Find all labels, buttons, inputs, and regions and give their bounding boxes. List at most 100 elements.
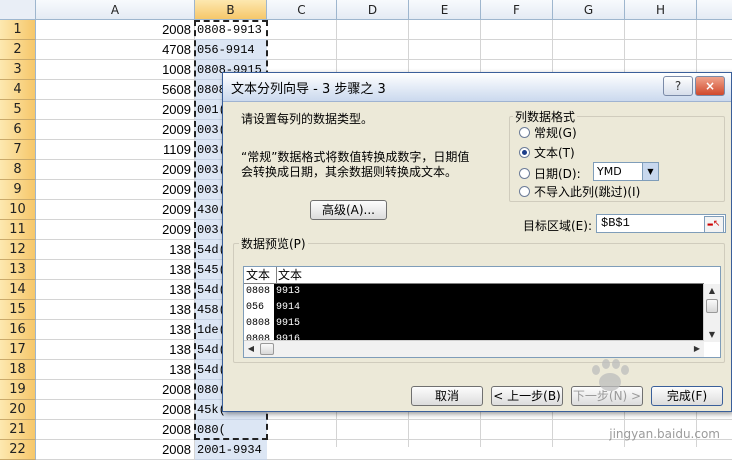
cell-a[interactable]: 138 <box>36 340 195 360</box>
cell-a[interactable]: 2009 <box>36 160 195 180</box>
cell-a[interactable]: 138 <box>36 260 195 280</box>
column-header-i[interactable] <box>697 0 732 20</box>
advanced-button[interactable]: 高级(A)... <box>310 200 387 220</box>
cell-a[interactable]: 2008 <box>36 380 195 400</box>
column-header-c[interactable]: C <box>267 0 337 20</box>
row-header[interactable]: 2 <box>0 40 36 60</box>
row-header[interactable]: 4 <box>0 80 36 100</box>
cell-a[interactable]: 2009 <box>36 100 195 120</box>
back-button[interactable]: < 上一步(B) <box>491 386 563 406</box>
preview-header-col2[interactable]: 文本 <box>276 267 302 283</box>
column-header-h[interactable]: H <box>625 0 697 20</box>
row-header[interactable]: 16 <box>0 320 36 340</box>
column-header-b[interactable]: B <box>195 0 267 20</box>
row-header[interactable]: 3 <box>0 60 36 80</box>
row-header[interactable]: 9 <box>0 180 36 200</box>
column-header-a[interactable]: A <box>36 0 195 20</box>
scroll-up-icon[interactable]: ▲ <box>705 284 719 298</box>
cell-a[interactable]: 2009 <box>36 220 195 240</box>
row-header[interactable]: 8 <box>0 160 36 180</box>
row-header[interactable]: 10 <box>0 200 36 220</box>
cell-a[interactable]: 2008 <box>36 420 195 440</box>
row-header[interactable]: 14 <box>0 280 36 300</box>
column-format-group-label: 列数据格式 <box>513 108 578 125</box>
row-header[interactable]: 17 <box>0 340 36 360</box>
close-button[interactable]: × <box>695 76 725 96</box>
column-header-g[interactable]: G <box>553 0 625 20</box>
preview-header-col1[interactable]: 文本 <box>246 267 270 283</box>
cell-b[interactable]: 056-9914 <box>195 40 267 60</box>
cell-a[interactable]: 1008 <box>36 60 195 80</box>
cell-b[interactable]: 080( <box>195 420 267 440</box>
preview-vertical-scrollbar[interactable]: ▲ ▼ <box>703 284 720 342</box>
preview-column-2-selected[interactable]: 9913 9914 9915 9916 <box>274 284 704 345</box>
cell-a[interactable]: 138 <box>36 300 195 320</box>
row-header[interactable]: 19 <box>0 380 36 400</box>
row-header[interactable]: 5 <box>0 100 36 120</box>
row-header[interactable]: 6 <box>0 120 36 140</box>
radio-skip[interactable] <box>519 186 530 197</box>
preview-column-1[interactable]: 0808 056 0808 0808 <box>244 284 274 345</box>
scroll-down-icon[interactable]: ▼ <box>705 328 719 342</box>
horizontal-scroll-thumb[interactable] <box>260 343 274 355</box>
cell-a[interactable]: 2009 <box>36 180 195 200</box>
destination-input[interactable]: $B$1 ▬↖ <box>596 214 726 233</box>
row-header[interactable]: 22 <box>0 440 36 460</box>
row-header[interactable]: 13 <box>0 260 36 280</box>
data-preview-pane[interactable]: 文本 文本 0808 056 0808 0808 9913 9914 9915 … <box>243 266 721 358</box>
scroll-left-icon[interactable]: ◀ <box>244 342 258 356</box>
preview-cell: 9913 <box>276 286 301 297</box>
row-header[interactable]: 7 <box>0 140 36 160</box>
preview-header-row: 文本 文本 <box>244 267 704 284</box>
cell-a[interactable]: 5608 <box>36 80 195 100</box>
help-button[interactable]: ? <box>663 76 693 96</box>
preview-cell: 9914 <box>276 302 301 313</box>
description-line-2: 会转换成日期，其余数据则转换成文本。 <box>241 165 458 179</box>
radio-date-label[interactable]: 日期(D): <box>534 165 581 182</box>
cell-b[interactable]: 0808-9913 <box>195 20 267 40</box>
date-format-select[interactable]: YMD ▼ <box>593 162 659 181</box>
cell-b[interactable]: 2001-9934 <box>195 440 267 460</box>
radio-text[interactable] <box>519 147 530 158</box>
radio-date[interactable] <box>519 168 530 179</box>
cell-a[interactable]: 138 <box>36 240 195 260</box>
row-header[interactable]: 21 <box>0 420 36 440</box>
cell-a[interactable]: 2008 <box>36 440 195 460</box>
vertical-scroll-thumb[interactable] <box>706 299 718 313</box>
row-header[interactable]: 20 <box>0 400 36 420</box>
select-all-corner[interactable] <box>0 0 36 20</box>
cell-a[interactable]: 2009 <box>36 120 195 140</box>
row-header[interactable]: 12 <box>0 240 36 260</box>
preview-cell: 0808 <box>246 318 271 329</box>
scroll-right-icon[interactable]: ▶ <box>690 342 704 356</box>
cell-a[interactable]: 2008 <box>36 400 195 420</box>
baidu-paw-watermark <box>592 359 629 391</box>
data-preview-label: 数据预览(P) <box>239 235 308 252</box>
row-header[interactable]: 1 <box>0 20 36 40</box>
radio-general-label[interactable]: 常规(G) <box>534 124 577 141</box>
cell-a[interactable]: 138 <box>36 360 195 380</box>
column-header-e[interactable]: E <box>409 0 481 20</box>
chevron-down-icon[interactable]: ▼ <box>642 163 658 180</box>
radio-skip-label[interactable]: 不导入此列(跳过)(I) <box>534 183 640 200</box>
dialog-titlebar[interactable]: 文本分列向导 - 3 步骤之 3 ? × <box>223 73 731 102</box>
column-header-f[interactable]: F <box>481 0 553 20</box>
radio-general[interactable] <box>519 127 530 138</box>
preview-horizontal-scrollbar[interactable]: ◀ ▶ <box>244 340 704 357</box>
row-header[interactable]: 18 <box>0 360 36 380</box>
cancel-button[interactable]: 取消 <box>411 386 483 406</box>
watermark-text: jingyan.baidu.com <box>609 427 720 441</box>
radio-text-label[interactable]: 文本(T) <box>534 144 575 161</box>
cell-a[interactable]: 4708 <box>36 40 195 60</box>
cell-a[interactable]: 2008 <box>36 20 195 40</box>
cell-a[interactable]: 138 <box>36 320 195 340</box>
cell-a[interactable]: 1109 <box>36 140 195 160</box>
cell-a[interactable]: 138 <box>36 280 195 300</box>
range-picker-icon[interactable]: ▬↖ <box>704 216 724 233</box>
finish-button[interactable]: 完成(F) <box>651 386 723 406</box>
row-header[interactable]: 15 <box>0 300 36 320</box>
row-header[interactable]: 11 <box>0 220 36 240</box>
preview-cell: 9915 <box>276 318 301 329</box>
cell-a[interactable]: 2009 <box>36 200 195 220</box>
column-header-d[interactable]: D <box>337 0 409 20</box>
